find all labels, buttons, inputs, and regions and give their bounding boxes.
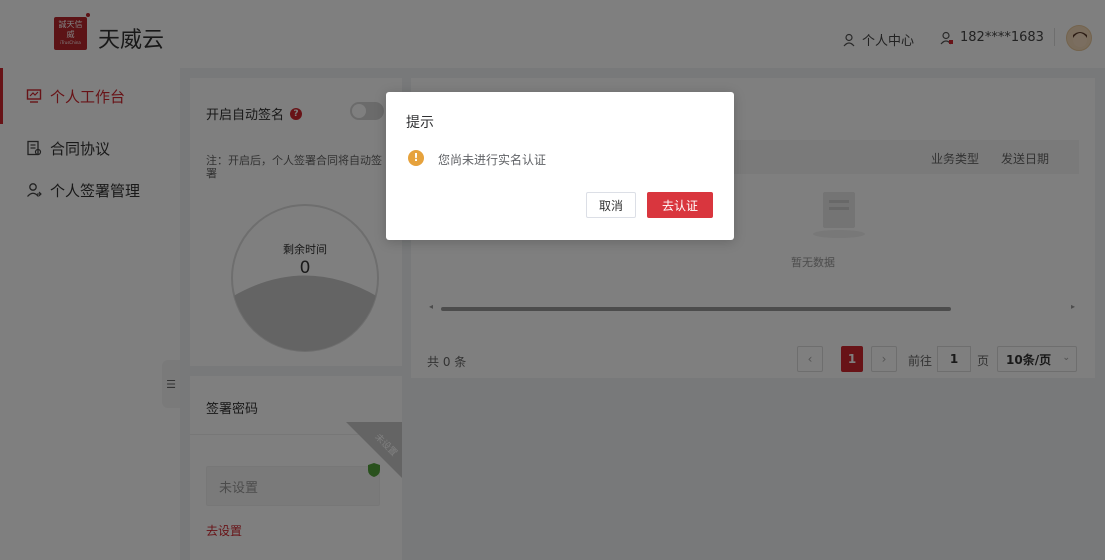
dialog-title: 提示 [406,115,434,131]
cancel-button[interactable]: 取消 [586,192,636,218]
modal-overlay[interactable] [0,0,1105,560]
dialog-message: 您尚未进行实名认证 [438,153,547,167]
warning-icon: ! [408,150,424,166]
verify-button[interactable]: 去认证 [647,192,713,218]
verification-dialog: 提示 ! 您尚未进行实名认证 取消 去认证 [386,92,734,240]
